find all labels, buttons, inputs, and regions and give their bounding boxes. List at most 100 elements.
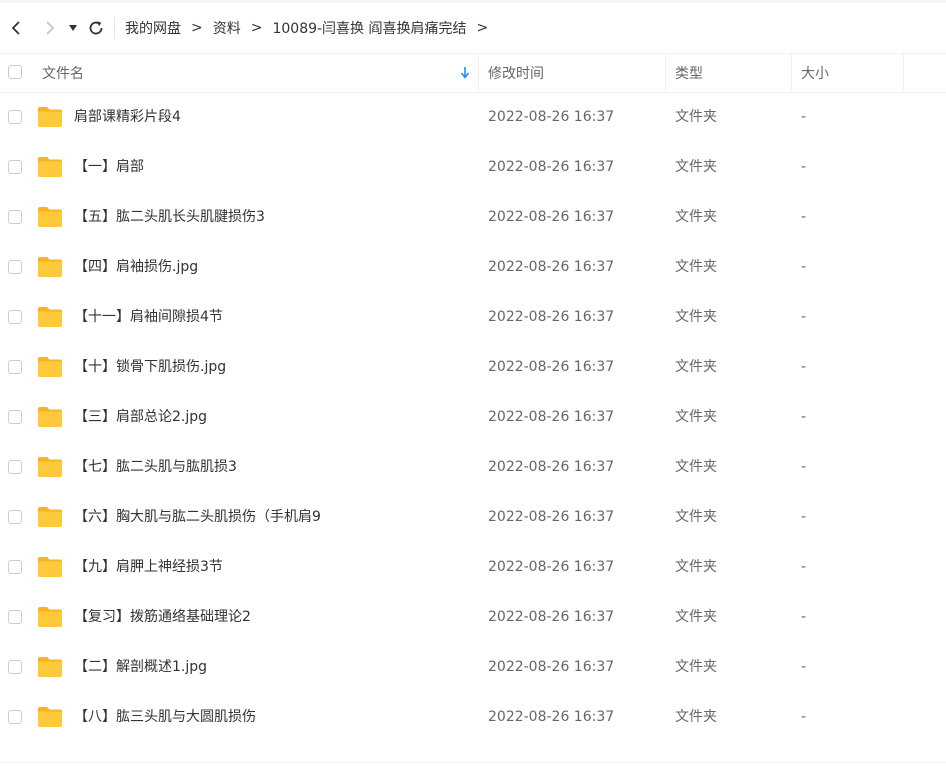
- breadcrumb-separator: >: [476, 20, 489, 36]
- table-row[interactable]: 【十】锁骨下肌损伤.jpg 2022-08-26 16:37 文件夹 -: [0, 342, 946, 392]
- row-checkbox[interactable]: [8, 610, 22, 624]
- file-type: 文件夹: [675, 159, 717, 175]
- file-name[interactable]: 【复习】拨筋通络基础理论2: [74, 592, 251, 642]
- file-type: 文件夹: [675, 559, 717, 575]
- file-modified-time: 2022-08-26 16:37: [488, 609, 615, 625]
- breadcrumb-item-current[interactable]: 10089-闫喜换 阎喜换肩痛完结: [272, 18, 466, 38]
- file-modified-time: 2022-08-26 16:37: [488, 709, 615, 725]
- column-header-name[interactable]: 文件名: [42, 54, 472, 92]
- file-size: -: [801, 109, 807, 125]
- folder-icon: [38, 257, 62, 277]
- table-row[interactable]: 【六】胸大肌与肱二头肌损伤（手机肩9 2022-08-26 16:37 文件夹 -: [0, 492, 946, 542]
- table-row[interactable]: 【三】肩部总论2.jpg 2022-08-26 16:37 文件夹 -: [0, 392, 946, 442]
- file-modified-time: 2022-08-26 16:37: [488, 409, 615, 425]
- file-name[interactable]: 【三】肩部总论2.jpg: [74, 392, 207, 442]
- row-checkbox[interactable]: [8, 410, 22, 424]
- file-type: 文件夹: [675, 709, 717, 725]
- folder-icon: [38, 507, 62, 527]
- breadcrumb-item-root[interactable]: 我的网盘: [125, 18, 181, 38]
- sort-arrow-down-icon: [460, 67, 470, 79]
- folder-icon: [38, 607, 62, 627]
- file-name[interactable]: 【九】肩胛上神经损3节: [74, 542, 223, 592]
- row-checkbox[interactable]: [8, 510, 22, 524]
- file-name[interactable]: 【八】肱三头肌与大圆肌损伤: [74, 692, 256, 742]
- breadcrumb-item-materials[interactable]: 资料: [213, 18, 241, 38]
- file-list-header: 文件名 修改时间 类型 大小: [0, 53, 946, 93]
- file-size: -: [801, 259, 807, 275]
- table-row[interactable]: 【五】肱二头肌长头肌腱损伤3 2022-08-26 16:37 文件夹 -: [0, 192, 946, 242]
- forward-button[interactable]: [40, 13, 60, 43]
- column-header-type-label: 类型: [675, 66, 703, 82]
- file-type: 文件夹: [675, 509, 717, 525]
- history-dropdown-button[interactable]: [66, 13, 80, 43]
- row-checkbox[interactable]: [8, 660, 22, 674]
- chevron-right-icon: [46, 21, 55, 35]
- row-checkbox[interactable]: [8, 160, 22, 174]
- file-size: -: [801, 509, 807, 525]
- caret-down-icon: [69, 25, 77, 31]
- toolbar: 我的网盘 > 资料 > 10089-闫喜换 阎喜换肩痛完结 >: [0, 3, 946, 53]
- column-header-type[interactable]: 类型: [675, 54, 703, 92]
- file-name[interactable]: 【六】胸大肌与肱二头肌损伤（手机肩9: [74, 492, 321, 542]
- refresh-button[interactable]: [86, 13, 106, 43]
- breadcrumb: 我的网盘 > 资料 > 10089-闫喜换 阎喜换肩痛完结 >: [125, 18, 498, 38]
- column-header-size[interactable]: 大小: [801, 54, 829, 92]
- row-checkbox[interactable]: [8, 710, 22, 724]
- row-checkbox[interactable]: [8, 260, 22, 274]
- table-row[interactable]: 【一】肩部 2022-08-26 16:37 文件夹 -: [0, 142, 946, 192]
- file-type: 文件夹: [675, 409, 717, 425]
- folder-icon: [38, 307, 62, 327]
- select-all-checkbox[interactable]: [8, 65, 22, 79]
- file-name[interactable]: 【五】肱二头肌长头肌腱损伤3: [74, 192, 265, 242]
- file-name[interactable]: 【十一】肩袖间隙损4节: [74, 292, 223, 342]
- row-checkbox[interactable]: [8, 310, 22, 324]
- bottom-divider: [0, 762, 946, 763]
- folder-icon: [38, 657, 62, 677]
- file-type: 文件夹: [675, 209, 717, 225]
- column-header-size-label: 大小: [801, 66, 829, 82]
- file-name[interactable]: 【七】肱二头肌与肱肌损3: [74, 442, 237, 492]
- file-modified-time: 2022-08-26 16:37: [488, 159, 615, 175]
- file-modified-time: 2022-08-26 16:37: [488, 509, 615, 525]
- row-checkbox[interactable]: [8, 360, 22, 374]
- breadcrumb-separator: >: [250, 20, 263, 36]
- file-size: -: [801, 459, 807, 475]
- row-checkbox[interactable]: [8, 210, 22, 224]
- file-name[interactable]: 【四】肩袖损伤.jpg: [74, 242, 198, 292]
- column-header-name-label: 文件名: [42, 66, 84, 82]
- file-size: -: [801, 359, 807, 375]
- table-row[interactable]: 【九】肩胛上神经损3节 2022-08-26 16:37 文件夹 -: [0, 542, 946, 592]
- folder-icon: [38, 357, 62, 377]
- file-size: -: [801, 609, 807, 625]
- file-size: -: [801, 309, 807, 325]
- column-divider: [903, 54, 904, 92]
- file-name[interactable]: 肩部课精彩片段4: [74, 92, 181, 142]
- table-row[interactable]: 肩部课精彩片段4 2022-08-26 16:37 文件夹 -: [0, 92, 946, 142]
- row-checkbox[interactable]: [8, 460, 22, 474]
- table-row[interactable]: 【二】解剖概述1.jpg 2022-08-26 16:37 文件夹 -: [0, 642, 946, 692]
- row-checkbox[interactable]: [8, 110, 22, 124]
- file-size: -: [801, 559, 807, 575]
- breadcrumb-separator: >: [191, 20, 203, 36]
- table-row[interactable]: 【十一】肩袖间隙损4节 2022-08-26 16:37 文件夹 -: [0, 292, 946, 342]
- file-name[interactable]: 【十】锁骨下肌损伤.jpg: [74, 342, 226, 392]
- toolbar-separator: [114, 17, 115, 39]
- file-type: 文件夹: [675, 459, 717, 475]
- column-divider: [791, 54, 792, 92]
- file-type: 文件夹: [675, 259, 717, 275]
- column-header-modified[interactable]: 修改时间: [488, 54, 544, 92]
- row-checkbox[interactable]: [8, 560, 22, 574]
- file-list: 肩部课精彩片段4 2022-08-26 16:37 文件夹 - 【一】肩部 2022-08…: [0, 92, 946, 742]
- file-modified-time: 2022-08-26 16:37: [488, 259, 615, 275]
- table-row[interactable]: 【复习】拨筋通络基础理论2 2022-08-26 16:37 文件夹 -: [0, 592, 946, 642]
- file-name[interactable]: 【一】肩部: [74, 142, 144, 192]
- file-type: 文件夹: [675, 659, 717, 675]
- folder-icon: [38, 457, 62, 477]
- chevron-left-icon: [11, 21, 20, 35]
- table-row[interactable]: 【四】肩袖损伤.jpg 2022-08-26 16:37 文件夹 -: [0, 242, 946, 292]
- back-button[interactable]: [6, 13, 26, 43]
- table-row[interactable]: 【七】肱二头肌与肱肌损3 2022-08-26 16:37 文件夹 -: [0, 442, 946, 492]
- table-row[interactable]: 【八】肱三头肌与大圆肌损伤 2022-08-26 16:37 文件夹 -: [0, 692, 946, 742]
- file-modified-time: 2022-08-26 16:37: [488, 209, 615, 225]
- file-name[interactable]: 【二】解剖概述1.jpg: [74, 642, 207, 692]
